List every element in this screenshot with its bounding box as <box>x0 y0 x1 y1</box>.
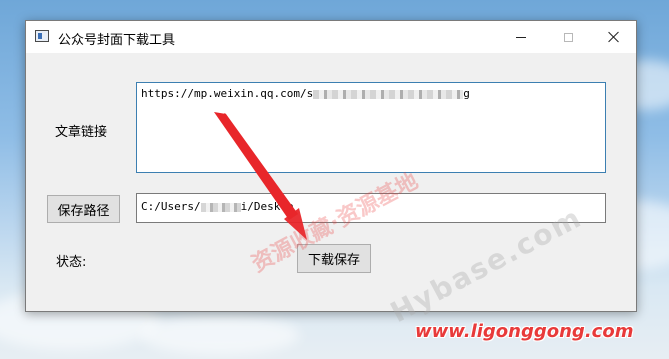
maximize-icon <box>563 32 573 42</box>
save-path-text-end: i/Deskto <box>240 200 294 213</box>
article-link-text: https://mp.weixin.qq.com/s <box>141 87 314 100</box>
redacted-text <box>200 202 241 212</box>
app-window: 公众号封面下载工具 文章链接 https://mp.weixin.qq.com/… <box>25 20 637 312</box>
background-cloud <box>140 315 300 355</box>
status-label: 状态: <box>56 255 87 270</box>
close-icon <box>608 31 620 43</box>
save-path-input[interactable]: C:/Users/i/Deskto <box>136 193 606 223</box>
site-watermark: www.ligonggong.com <box>415 321 634 342</box>
app-icon <box>35 30 49 42</box>
minimize-icon <box>516 36 526 38</box>
maximize-button[interactable] <box>545 21 591 53</box>
close-button[interactable] <box>591 21 637 53</box>
article-link-text-end: g <box>463 87 470 100</box>
download-save-button[interactable]: 下载保存 <box>297 244 371 273</box>
redacted-text <box>313 89 464 99</box>
window-title: 公众号封面下载工具 <box>58 33 176 48</box>
save-path-text: C:/Users/ <box>141 200 201 213</box>
title-bar[interactable]: 公众号封面下载工具 <box>26 21 636 53</box>
minimize-button[interactable] <box>498 21 544 53</box>
save-path-button[interactable]: 保存路径 <box>47 195 120 223</box>
article-link-label: 文章链接 <box>55 125 108 140</box>
article-link-textarea[interactable]: https://mp.weixin.qq.com/s g <box>136 82 606 173</box>
